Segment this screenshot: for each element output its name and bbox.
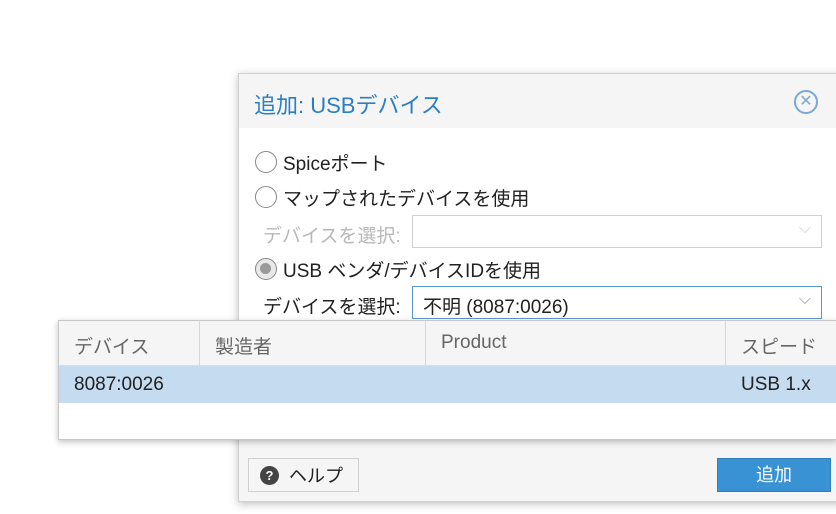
column-header-product[interactable]: Product	[426, 321, 726, 365]
dialog-title: 追加: USBデバイス	[254, 93, 443, 118]
radio-button-selected[interactable]	[255, 258, 277, 280]
radio-button[interactable]	[255, 186, 277, 208]
radio-label: マップされたデバイスを使用	[283, 188, 530, 210]
close-icon[interactable]: ✕	[794, 90, 818, 114]
radio-button[interactable]	[255, 151, 277, 173]
radio-mapped-device[interactable]: マップされたデバイスを使用	[255, 184, 529, 210]
radio-label: USB ベンダ/デバイスIDを使用	[283, 260, 542, 282]
cell-device: 8087:0026	[74, 374, 164, 395]
table-header: デバイス 製造者 Product スピード	[59, 321, 836, 366]
help-button[interactable]: ? ヘルプ	[248, 458, 359, 492]
chevron-down-icon: ⌵	[798, 220, 811, 237]
mapped-device-label: デバイスを選択:	[263, 226, 401, 247]
cell-speed: USB 1.x	[741, 374, 811, 395]
device-picker-dropdown: デバイス 製造者 Product スピード 8087:0026 USB 1.x	[58, 320, 836, 440]
table-row[interactable]: 8087:0026 USB 1.x	[59, 366, 836, 403]
add-button[interactable]: 追加	[717, 458, 831, 492]
column-header-device[interactable]: デバイス	[59, 321, 200, 365]
column-header-speed[interactable]: スピード	[726, 321, 836, 365]
chevron-down-icon[interactable]: ⌵	[799, 291, 811, 309]
dialog-header: 追加: USBデバイス ✕	[239, 74, 836, 128]
select-value: 不明 (8087:0026)	[423, 297, 569, 318]
vendor-device-label: デバイスを選択:	[263, 297, 401, 318]
question-circle-icon: ?	[260, 465, 279, 485]
help-label: ヘルプ	[289, 466, 343, 486]
vendor-device-select[interactable]: 不明 (8087:0026) ⌵	[412, 286, 822, 319]
column-header-manufacturer[interactable]: 製造者	[200, 321, 426, 365]
radio-vendor-device-id[interactable]: USB ベンダ/デバイスIDを使用	[255, 256, 541, 282]
radio-spice-port[interactable]: Spiceポート	[255, 149, 388, 175]
dialog-footer: ? ヘルプ 追加	[239, 452, 836, 501]
mapped-device-select: ⌵	[412, 215, 822, 248]
radio-label: Spiceポート	[283, 153, 388, 175]
